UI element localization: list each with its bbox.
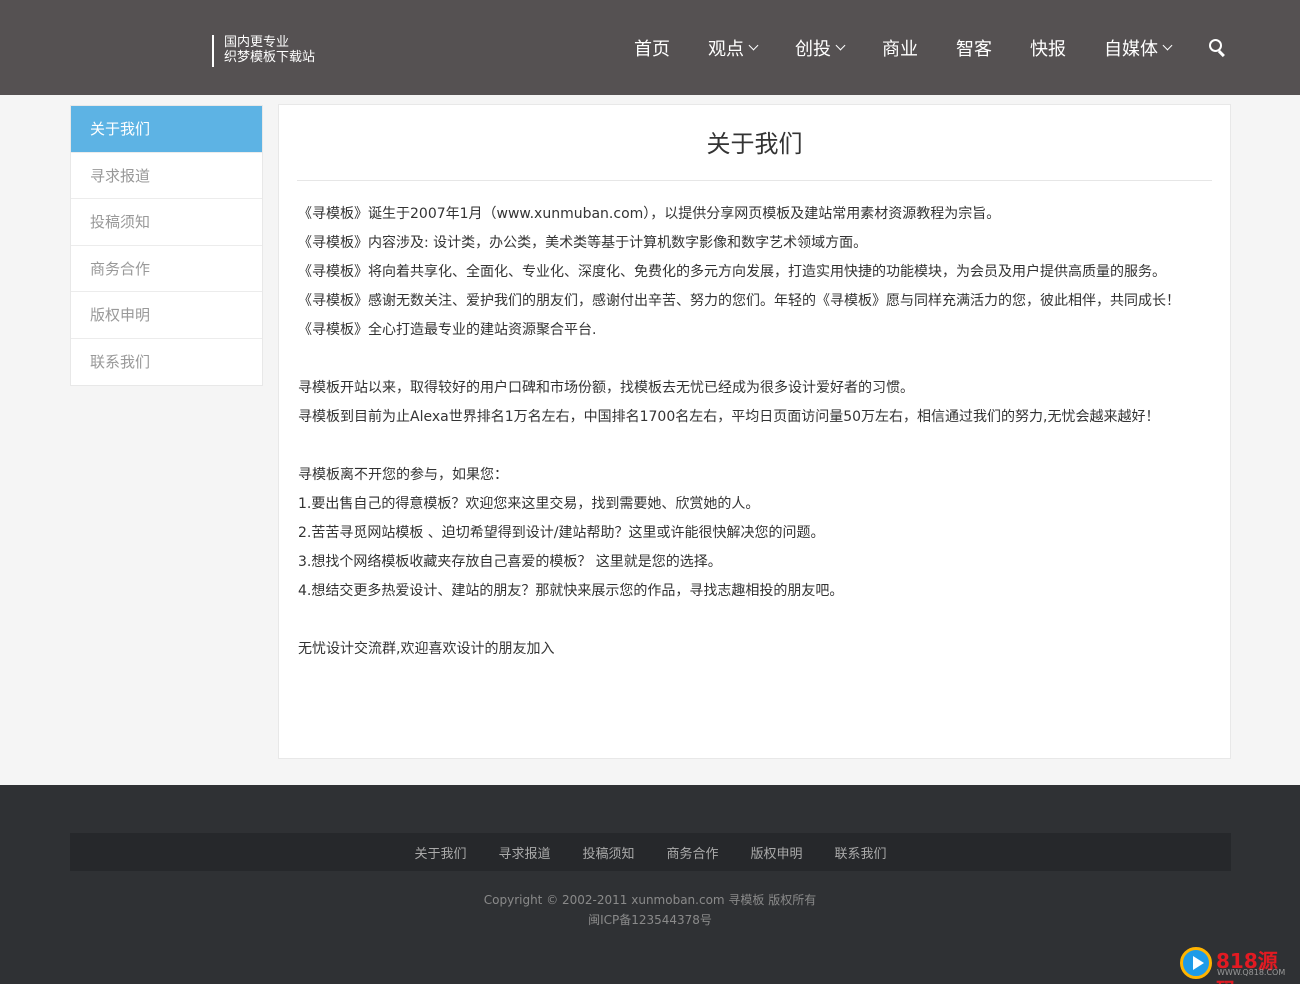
footer-link-copyright[interactable]: 版权申明 [751,843,803,862]
sidebar-item-submission-guide[interactable]: 投稿须知 [71,199,262,246]
article-body: 《寻模板》诞生于2007年1月（www.xunmuban.com），以提供分享网… [298,200,1213,664]
icp-text: 闽ICP备123544378号 [588,913,712,927]
nav-label: 商业 [882,38,918,60]
paragraph: 《寻模板》将向着共享化、全面化、专业化、深度化、免费化的多元方向发展，打造实用快… [298,264,1166,280]
paragraph: 2.苦苦寻觅网站模板 、迫切希望得到设计/建站帮助？这里或许能很快解决您的问题。 [298,525,825,541]
nav-item-opinion[interactable]: 观点 [708,35,759,61]
slogan-line-1: 国内更专业 [224,35,290,50]
chevron-down-icon [1162,40,1173,50]
nav-label: 自媒体 [1104,38,1158,60]
nav-label: 观点 [708,38,744,60]
paragraph-spacer [298,432,1213,461]
sidebar-item-seek-coverage[interactable]: 寻求报道 [71,153,262,199]
nav-label: 创投 [795,38,831,60]
paragraph: 3.想找个网络模板收藏夹存放自己喜爱的模板？ 这里就是您的选择。 [298,554,722,570]
paragraph: 《寻模板》全心打造最专业的建站资源聚合平台. [298,322,597,338]
footer-link-about-us[interactable]: 关于我们 [414,843,466,862]
paragraph: 《寻模板》内容涉及: 设计类，办公类，美术类等基于计算机数字影像和数字艺术领域方… [298,235,868,251]
footer-link-seek-coverage[interactable]: 寻求报道 [498,843,550,862]
paragraph: 寻模板到目前为止Alexa世界排名1万名左右，中国排名1700名左右，平均日页面… [298,409,1160,425]
sidebar-item-copyright[interactable]: 版权申明 [71,292,262,339]
site-header: 国内更专业 织梦模板下载站 首页 观点 创投 商业 智客 快报 自媒体 [0,0,1300,95]
paragraph: 《寻模板》感谢无数关注、爱护我们的朋友们，感谢付出辛苦、努力的您们。年轻的《寻模… [298,293,1180,309]
nav-item-news[interactable]: 快报 [1030,35,1066,61]
paragraph: 寻模板开站以来，取得较好的用户口碑和市场份额，找模板去无忧已经成为很多设计爱好者… [298,380,914,396]
chevron-down-icon [748,40,759,50]
main-nav: 首页 观点 创投 商业 智客 快报 自媒体 [596,0,1226,95]
paragraph-spacer [298,345,1213,374]
site-slogan: 国内更专业 织梦模板下载站 [212,35,315,67]
nav-item-venture[interactable]: 创投 [795,35,846,61]
copyright-text: Copyright © 2002-2011 xunmoban.com 寻模板 版… [483,893,817,907]
paragraph: 4.想结交更多热爱设计、建站的朋友？那就快来展示您的作品，寻找志趣相投的朋友吧。 [298,583,844,599]
main-content: 关于我们 《寻模板》诞生于2007年1月（www.xunmuban.com），以… [278,104,1231,759]
watermark-logo: 818源码 WWW.Q818.COM [1180,946,1292,984]
paragraph: 1.要出售自己的得意模板？欢迎您来这里交易，找到需要她、欣赏她的人。 [298,496,760,512]
nav-item-home[interactable]: 首页 [634,35,670,61]
nav-label: 智客 [956,38,992,60]
footer-nav: 关于我们 寻求报道 投稿须知 商务合作 版权申明 联系我们 [70,833,1231,871]
nav-label: 首页 [634,38,670,60]
watermark-text: 818源码 [1216,949,1278,984]
page-title: 关于我们 [297,105,1212,181]
sidebar-item-business-cooperation[interactable]: 商务合作 [71,246,262,292]
sidebar-item-about-us[interactable]: 关于我们 [71,106,262,153]
sidebar: 关于我们 寻求报道 投稿须知 商务合作 版权申明 联系我们 [70,105,263,386]
play-icon [1180,947,1212,979]
search-icon-handle [1218,50,1225,57]
paragraph: 《寻模板》诞生于2007年1月（www.xunmuban.com），以提供分享网… [298,206,1001,222]
chevron-down-icon [835,40,846,50]
paragraph-spacer [298,606,1213,635]
nav-label: 快报 [1030,38,1066,60]
paragraph: 寻模板离不开您的参与，如果您： [298,467,508,483]
watermark-url: WWW.Q818.COM [1217,968,1286,977]
sidebar-item-contact-us[interactable]: 联系我们 [71,339,262,386]
nav-item-we-media[interactable]: 自媒体 [1104,35,1173,61]
search-icon[interactable] [1209,39,1226,57]
footer-link-business-cooperation[interactable]: 商务合作 [667,843,719,862]
nav-item-thinker[interactable]: 智客 [956,35,992,61]
nav-item-business[interactable]: 商业 [882,35,918,61]
footer-link-contact-us[interactable]: 联系我们 [835,843,887,862]
slogan-line-2: 织梦模板下载站 [224,50,316,65]
paragraph: 无忧设计交流群,欢迎喜欢设计的朋友加入 [298,641,555,657]
footer-link-submission-guide[interactable]: 投稿须知 [582,843,634,862]
site-footer: 关于我们 寻求报道 投稿须知 商务合作 版权申明 联系我们 Copyright … [0,785,1300,984]
